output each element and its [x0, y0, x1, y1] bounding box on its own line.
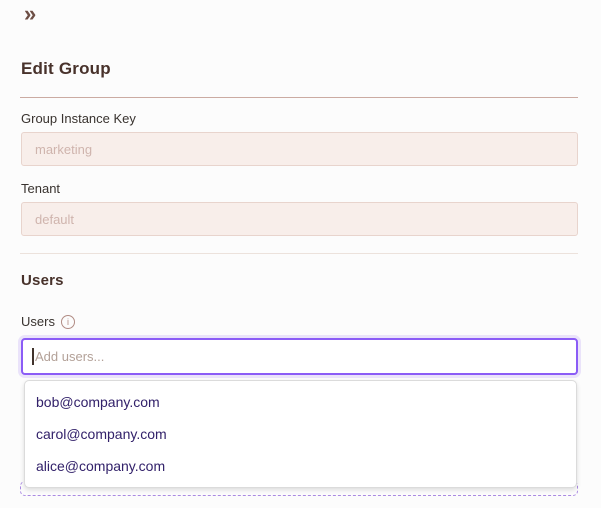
- add-users-input[interactable]: [21, 338, 578, 375]
- dropdown-option[interactable]: alice@company.com: [25, 450, 576, 482]
- dropdown-option[interactable]: carol@company.com: [25, 418, 576, 450]
- tenant-label: Tenant: [21, 181, 61, 196]
- info-icon[interactable]: i: [60, 314, 75, 329]
- users-section-heading: Users: [21, 272, 64, 289]
- text-caret: [32, 348, 34, 365]
- group-instance-key-label: Group Instance Key: [21, 111, 136, 126]
- section-divider: [20, 97, 578, 98]
- users-field-label-row: Users i: [21, 314, 75, 329]
- edit-group-panel: » Edit Group Group Instance Key Tenant U…: [0, 0, 601, 508]
- users-field-label: Users: [21, 314, 55, 329]
- collapse-panel-button[interactable]: »: [24, 3, 36, 25]
- users-dropdown: bob@company.com carol@company.com alice@…: [24, 380, 577, 488]
- users-input-wrapper: [21, 338, 578, 375]
- dropdown-option[interactable]: bob@company.com: [25, 386, 576, 418]
- group-instance-key-input: [21, 132, 578, 166]
- tenant-input: [21, 202, 578, 236]
- section-divider: [20, 253, 578, 254]
- page-title: Edit Group: [21, 59, 111, 78]
